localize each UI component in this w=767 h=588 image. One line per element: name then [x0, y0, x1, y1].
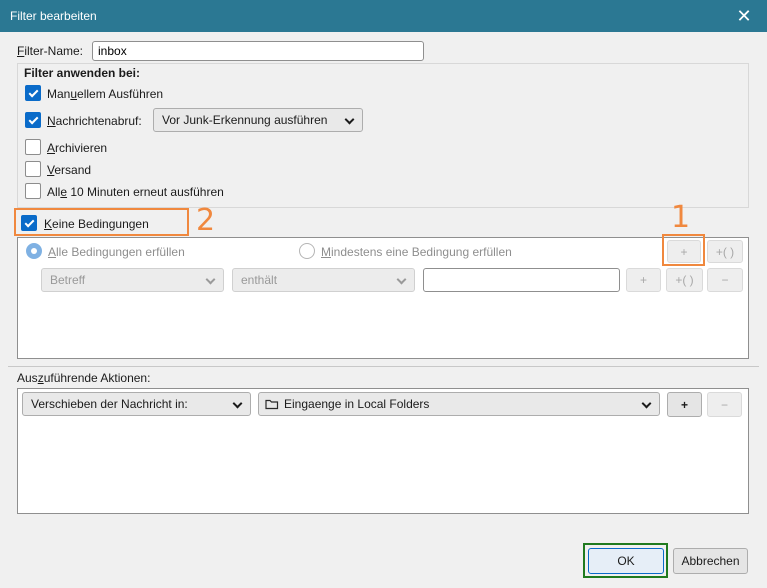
condition-field-value: Betreff: [50, 273, 86, 287]
match-any-radio[interactable]: [299, 243, 315, 259]
match-all-radio[interactable]: [26, 243, 42, 259]
title-bar: Filter bearbeiten ✕: [0, 0, 767, 32]
annotation-number-2: 2: [196, 203, 216, 238]
ok-button[interactable]: OK: [588, 548, 664, 574]
send-label: Versand: [47, 163, 92, 177]
fetch-mode-value: Vor Junk-Erkennung ausführen: [162, 113, 328, 127]
condition-row-add-group-button[interactable]: +( ): [666, 268, 703, 292]
action-target-value: Eingaenge in Local Folders: [284, 397, 430, 411]
filter-name-label: Filter-Name:: [17, 44, 84, 58]
condition-operator-value: enthält: [241, 273, 278, 287]
chevron-down-icon: [232, 398, 243, 409]
checkmark-icon: [28, 87, 38, 97]
annotation-box-1: [662, 234, 705, 266]
condition-operator-dropdown[interactable]: enthält: [232, 268, 415, 292]
condition-row-remove-button[interactable]: −: [707, 268, 743, 292]
window-title: Filter bearbeiten: [10, 9, 97, 23]
periodic-checkbox[interactable]: [25, 183, 41, 199]
folder-icon: [265, 399, 279, 410]
condition-field-dropdown[interactable]: Betreff: [41, 268, 224, 292]
manual-run-checkbox[interactable]: [25, 85, 41, 101]
chevron-down-icon: [344, 114, 355, 125]
cancel-button[interactable]: Abbrechen: [673, 548, 748, 574]
separator: [8, 366, 759, 367]
archive-checkbox[interactable]: [25, 139, 41, 155]
fetch-mail-label: Nachrichtenabruf:: [47, 114, 142, 128]
manual-run-label: Manuellem Ausführen: [47, 87, 164, 101]
chevron-down-icon: [641, 398, 652, 409]
apply-when-heading: Filter anwenden bei:: [24, 66, 141, 80]
add-action-button[interactable]: +: [667, 392, 702, 417]
checkmark-icon: [28, 114, 38, 124]
annotation-box-2: [14, 208, 189, 236]
fetch-mail-checkbox[interactable]: [25, 112, 41, 128]
add-condition-group-button[interactable]: +( ): [707, 240, 743, 263]
chevron-down-icon: [396, 274, 407, 285]
send-checkbox[interactable]: [25, 161, 41, 177]
archive-label: Archivieren: [47, 141, 108, 155]
match-any-label: Mindestens eine Bedingung erfüllen: [321, 245, 512, 259]
action-type-dropdown[interactable]: Verschieben der Nachricht in:: [22, 392, 251, 416]
match-all-label: Alle Bedingungen erfüllen: [48, 245, 185, 259]
condition-row-add-button[interactable]: +: [626, 268, 661, 292]
remove-action-button[interactable]: −: [707, 392, 742, 417]
condition-value-input[interactable]: [423, 268, 620, 292]
actions-heading: Auszuführende Aktionen:: [17, 371, 151, 385]
action-target-dropdown[interactable]: Eingaenge in Local Folders: [258, 392, 660, 416]
annotation-number-1: 1: [671, 200, 691, 235]
chevron-down-icon: [205, 274, 216, 285]
action-type-value: Verschieben der Nachricht in:: [31, 397, 188, 411]
periodic-label: Alle 10 Minuten erneut ausführen: [47, 185, 224, 199]
fetch-mode-dropdown[interactable]: Vor Junk-Erkennung ausführen: [153, 108, 363, 132]
close-icon[interactable]: ✕: [721, 0, 767, 32]
filter-name-input[interactable]: [92, 41, 424, 61]
